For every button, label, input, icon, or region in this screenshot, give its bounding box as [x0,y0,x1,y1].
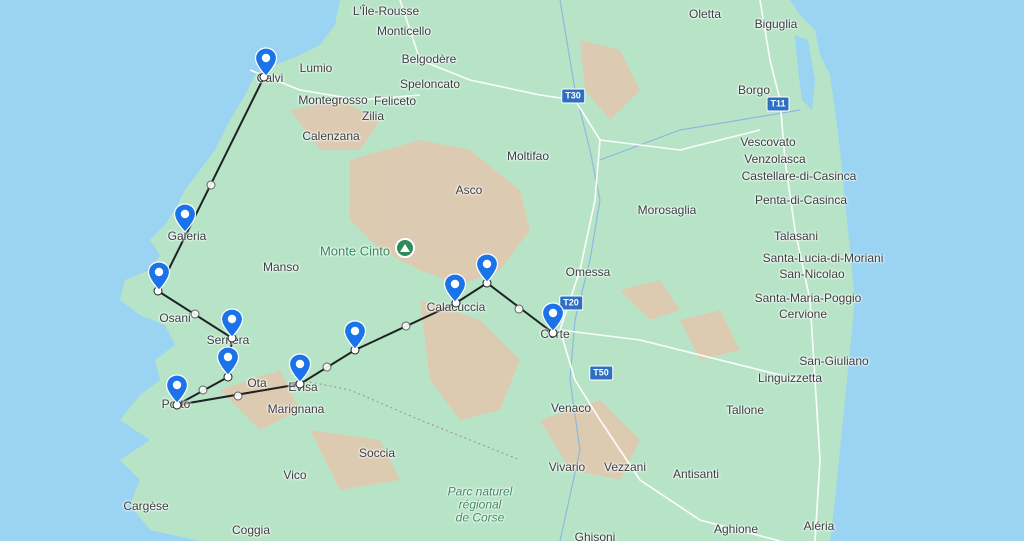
map-pin-icon[interactable] [541,302,565,332]
place-label-castellare: Castellare-di-Casinca [741,169,857,183]
place-label-speloncato: Speloncato [399,77,461,91]
place-label-vivario: Vivario [548,460,586,474]
place-label-asco: Asco [455,183,483,197]
route-drag-handle[interactable] [206,180,216,190]
place-label-santa-lucia: Santa-Lucia-di-Moriani [762,251,884,265]
place-label-venzolasca: Venzolasca [744,152,806,166]
place-label-zilia: Zilia [361,109,385,123]
route-drag-handle[interactable] [322,362,332,372]
road-shield-t30: T30 [561,88,585,104]
place-label-feliceto: Feliceto [373,94,417,108]
route-drag-handle[interactable] [233,391,243,401]
place-label-monticello: Monticello [376,24,432,38]
route-drag-handle[interactable] [401,321,411,331]
place-label-osani: Osani [159,311,191,325]
road-shield-t11: T11 [766,96,790,112]
road-shield-t50: T50 [589,365,613,381]
place-label-santa-maria: Santa-Maria-Poggio [754,291,862,305]
place-label-soccia: Soccia [358,446,396,460]
place-label-vezzani: Vezzani [603,460,647,474]
route-drag-handle[interactable] [514,304,524,314]
place-label-marignana: Marignana [267,402,325,416]
map-pin-icon[interactable] [165,374,189,404]
route-drag-handle[interactable] [198,385,208,395]
place-label-ile-rousse: L'Île-Rousse [352,4,420,18]
mountain-peak-icon[interactable] [395,238,415,258]
place-label-calenzana: Calenzana [302,129,360,143]
place-label-omessa: Omessa [565,265,611,279]
map-pin-icon[interactable] [220,308,244,338]
place-label-manso: Manso [262,260,300,274]
place-label-morosaglia: Morosaglia [637,203,697,217]
place-label-aleria: Aléria [803,519,835,533]
place-label-penta: Penta-di-Casinca [754,193,848,207]
peak-label: Monte Cinto [319,243,391,259]
place-label-belgodere: Belgodère [401,52,457,66]
map-pin-icon[interactable] [475,253,499,283]
place-label-cargese: Cargèse [123,499,169,513]
place-label-antisanti: Antisanti [672,467,720,481]
place-label-san-giuliano: San-Giuliano [799,354,869,368]
place-label-cervione: Cervione [778,307,828,321]
map-pin-icon[interactable] [254,47,278,77]
place-label-oletta: Oletta [688,7,722,21]
place-label-vescovato: Vescovato [740,135,796,149]
map-pin-icon[interactable] [288,353,312,383]
place-label-montegrosso: Montegrosso [298,93,368,107]
map-canvas[interactable]: L'Île-Rousse Oletta Biguglia Monticello Lumi… [0,0,1024,541]
place-label-tallone: Tallone [725,403,765,417]
map-pin-icon[interactable] [443,273,467,303]
place-label-san-nicolao: San-Nicolao [779,267,845,281]
place-label-moltifao: Moltifao [506,149,550,163]
park-label: Parc naturel régional de Corse [447,484,513,525]
route-drag-handle[interactable] [190,309,200,319]
place-label-ghisoni: Ghisoni [574,530,616,541]
place-label-aghione: Aghione [713,522,759,536]
map-pin-icon[interactable] [343,320,367,350]
place-label-lumio: Lumio [299,61,333,75]
map-pin-icon[interactable] [173,203,197,233]
place-label-biguglia: Biguglia [754,17,798,31]
place-label-ota: Ota [247,376,267,390]
place-label-borgo: Borgo [737,83,771,97]
map-pin-icon[interactable] [147,261,171,291]
place-label-coggia: Coggia [231,523,271,537]
place-label-linguizzetta: Linguizzetta [757,371,823,385]
place-label-vico: Vico [283,468,307,482]
place-label-venaco: Venaco [550,401,592,415]
place-label-talasani: Talasani [773,229,819,243]
map-pin-icon[interactable] [216,346,240,376]
